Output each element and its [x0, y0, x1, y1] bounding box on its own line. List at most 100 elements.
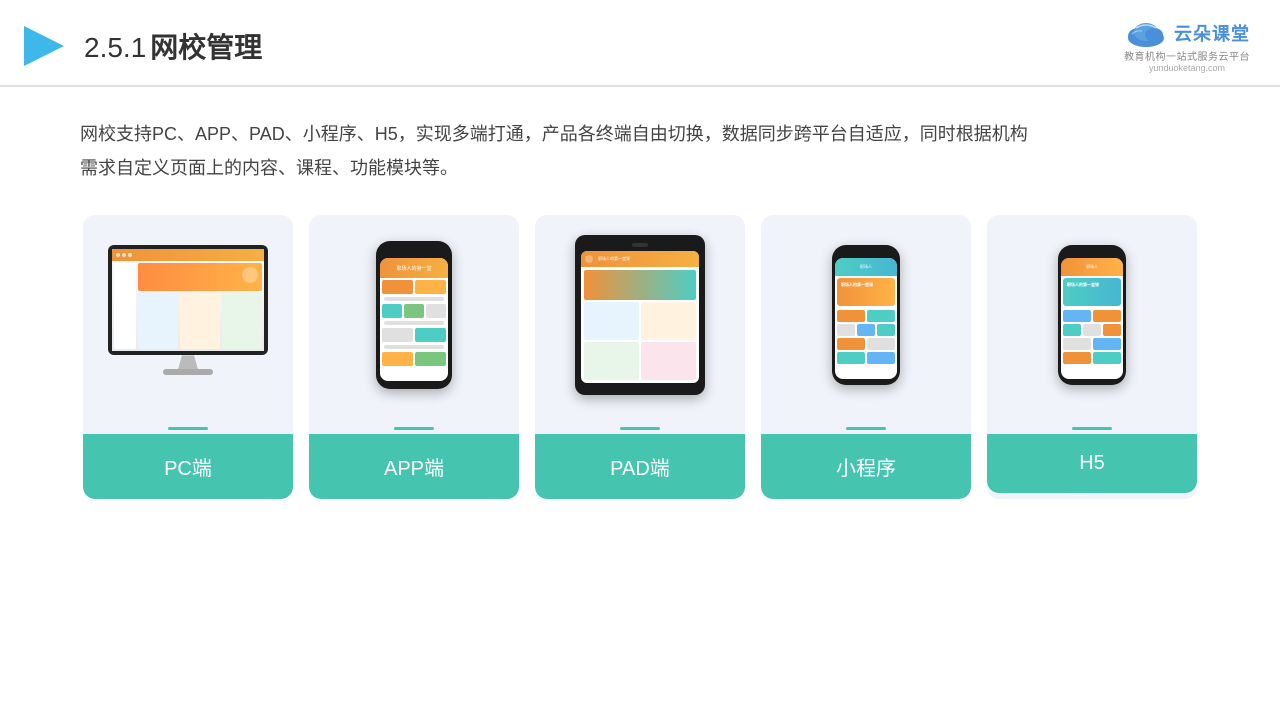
phone-screen: 职场人的第一堂 — [380, 258, 448, 381]
card-h5: 职场人 职场人的第一堂课 — [987, 215, 1197, 499]
card-app-top-line — [394, 427, 434, 430]
tablet-cell-2 — [641, 302, 696, 340]
monitor-dot-2 — [122, 253, 126, 257]
logo-cloud-icon — [1124, 18, 1168, 48]
card-miniapp-image: 职场人 职场人的第一堂课 — [761, 215, 971, 415]
phone-row-2 — [382, 304, 446, 318]
card-pad: 职场人的第一堂课 — [535, 215, 745, 499]
h5-block-5 — [1103, 324, 1121, 336]
h5-phone-screen: 职场人 职场人的第一堂课 — [1061, 258, 1123, 379]
mini-phone-block-3 — [837, 324, 855, 336]
phone-text-2 — [384, 321, 444, 325]
phone-row-1 — [382, 280, 446, 294]
monitor-dot-3 — [128, 253, 132, 257]
mini-phone-screen: 职场人 职场人的第一堂课 — [835, 258, 897, 379]
phone-screen-header: 职场人的第一堂 — [380, 258, 448, 278]
miniapp-phone-mockup: 职场人 职场人的第一堂课 — [832, 245, 900, 385]
card-h5-top-line — [1072, 427, 1112, 430]
card-h5-label: H5 — [987, 434, 1197, 493]
phone-notch — [400, 249, 428, 255]
h5-phone-mockup: 职场人 职场人的第一堂课 — [1058, 245, 1126, 385]
mini-phone-row-4 — [837, 352, 895, 364]
card-pad-top-line — [620, 427, 660, 430]
card-miniapp: 职场人 职场人的第一堂课 — [761, 215, 971, 499]
phone-row-3 — [382, 328, 446, 342]
description-line2: 需求自定义页面上的内容、课程、功能模块等。 — [80, 151, 1200, 185]
phone-text-3 — [384, 345, 444, 349]
logo-brand-name: 云朵课堂 — [1174, 20, 1250, 46]
phone-block-5 — [426, 304, 446, 318]
phone-block-1 — [382, 280, 413, 294]
description-line1: 网校支持PC、APP、PAD、小程序、H5，实现多端打通，产品各终端自由切换，数… — [80, 117, 1200, 151]
platform-cards: PC端 职场人的第一堂 — [0, 195, 1280, 529]
card-h5-image: 职场人 职场人的第一堂课 — [987, 215, 1197, 415]
h5-phone-header: 职场人 — [1061, 258, 1123, 276]
logo-cloud: 云朵课堂 — [1124, 18, 1250, 48]
monitor-sidebar — [114, 263, 136, 349]
card-miniapp-label: 小程序 — [761, 434, 971, 499]
tablet-cell-4 — [641, 342, 696, 380]
card-pc-label: PC端 — [83, 434, 293, 499]
card-app-label: APP端 — [309, 434, 519, 499]
monitor-screen-content — [112, 249, 264, 351]
page-header: 2.5.1网校管理 云朵课堂 教育机构一站式服务云平台 yunduoketang… — [0, 0, 1280, 87]
mini-phone-block-4 — [857, 324, 875, 336]
mini-phone-block-7 — [867, 338, 895, 350]
monitor-screen-outer — [108, 245, 268, 355]
h5-row-1 — [1063, 310, 1121, 322]
h5-phone-body — [1061, 308, 1123, 366]
mini-phone-block-6 — [837, 338, 865, 350]
pc-monitor-mockup — [108, 245, 268, 385]
h5-phone-hero-text: 职场人的第一堂课 — [1067, 282, 1099, 288]
h5-block-6 — [1063, 338, 1091, 350]
monitor-stand — [178, 355, 198, 369]
description-block: 网校支持PC、APP、PAD、小程序、H5，实现多端打通，产品各终端自由切换，数… — [0, 87, 1280, 195]
page-title: 2.5.1网校管理 — [84, 26, 262, 66]
mini-phone-block-1 — [837, 310, 865, 322]
phone-screen-body — [380, 278, 448, 368]
monitor-card-3 — [222, 293, 262, 349]
tablet-grid — [584, 302, 696, 380]
logo-area: 云朵课堂 教育机构一站式服务云平台 yunduoketang.com — [1124, 18, 1250, 73]
tablet-cell-3 — [584, 342, 639, 380]
tablet-cell-1 — [584, 302, 639, 340]
monitor-dot-1 — [116, 253, 120, 257]
h5-block-8 — [1063, 352, 1091, 364]
phone-app-mockup: 职场人的第一堂 — [376, 241, 452, 389]
phone-block-2 — [415, 280, 446, 294]
monitor-bar — [112, 249, 264, 261]
header-left: 2.5.1网校管理 — [20, 22, 262, 70]
play-icon — [20, 22, 68, 70]
card-pc-top-line — [168, 427, 208, 430]
phone-block-8 — [382, 352, 413, 366]
card-miniapp-top-line — [846, 427, 886, 430]
mini-phone-row-2 — [837, 324, 895, 336]
mini-phone-block-8 — [837, 352, 865, 364]
monitor-card-1 — [138, 293, 178, 349]
mini-phone-body — [835, 308, 897, 366]
h5-block-1 — [1063, 310, 1091, 322]
mini-phone-row-1 — [837, 310, 895, 322]
mini-phone-row-3 — [837, 338, 895, 350]
logo-url: yunduoketang.com — [1149, 63, 1225, 73]
mini-phone-hero: 职场人的第一堂课 — [837, 278, 895, 306]
h5-block-2 — [1093, 310, 1121, 322]
tablet-screen-body — [581, 267, 699, 383]
h5-block-7 — [1093, 338, 1121, 350]
tablet-screen: 职场人的第一堂课 — [581, 251, 699, 383]
card-app-image: 职场人的第一堂 — [309, 215, 519, 415]
mini-phone-hero-text: 职场人的第一堂课 — [841, 282, 873, 288]
card-pad-image: 职场人的第一堂课 — [535, 215, 745, 415]
monitor-base — [163, 369, 213, 375]
phone-text-1 — [384, 297, 444, 301]
mini-phone-block-5 — [877, 324, 895, 336]
monitor-card-2 — [180, 293, 220, 349]
phone-block-3 — [382, 304, 402, 318]
phone-block-4 — [404, 304, 424, 318]
h5-row-3 — [1063, 338, 1121, 350]
logo-tagline: 教育机构一站式服务云平台 — [1124, 48, 1250, 63]
tablet-mockup: 职场人的第一堂课 — [575, 235, 705, 395]
phone-row-4 — [382, 352, 446, 366]
h5-row-4 — [1063, 352, 1121, 364]
h5-phone-hero: 职场人的第一堂课 — [1063, 278, 1121, 306]
